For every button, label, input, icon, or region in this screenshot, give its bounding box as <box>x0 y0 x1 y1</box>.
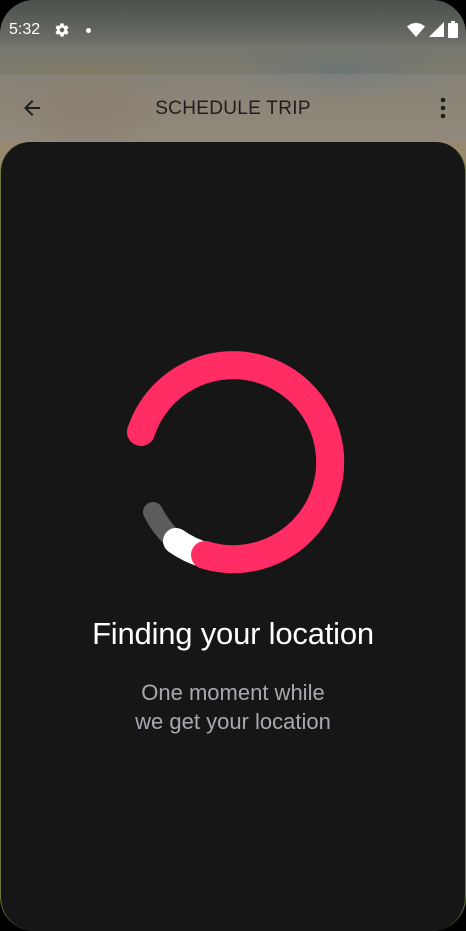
phone-screen: 5:32 SCHEDULE TRIP Finding your location… <box>0 0 466 931</box>
loading-spinner <box>127 351 345 574</box>
loading-message-line-2: we get your location <box>135 709 331 734</box>
loading-message-line-1: One moment while <box>141 680 325 705</box>
loading-heading: Finding your location <box>92 616 374 651</box>
loading-message: One moment while we get your location <box>0 678 466 736</box>
